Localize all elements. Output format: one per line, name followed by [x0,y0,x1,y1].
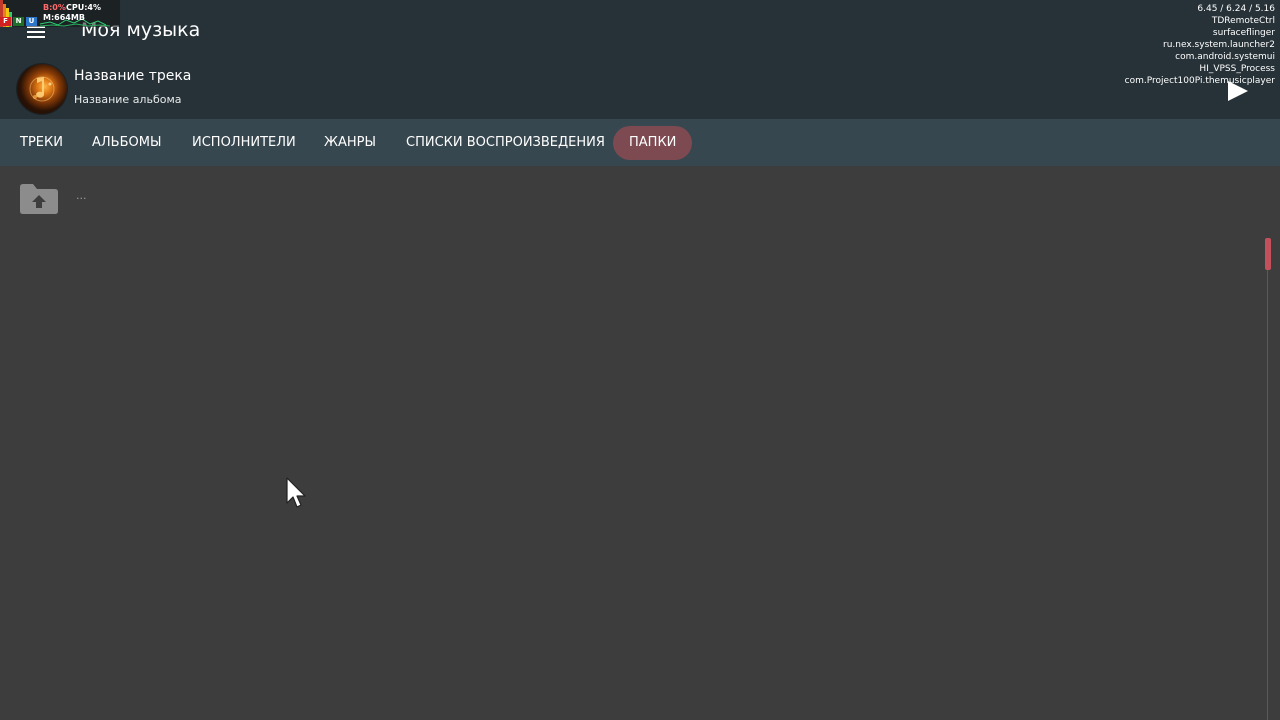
load-average: 6.45 / 6.24 / 5.16 [1197,4,1275,14]
now-playing-track-title[interactable]: Название трека [74,68,191,84]
folder-up-icon [19,181,59,215]
tab-folders[interactable]: ПАПКИ [613,126,693,160]
system-stats-overlay: B:0% CPU:4% M:664MB F N U [0,0,120,27]
flag-n: N [13,17,24,26]
process-item: surfaceflinger [1212,28,1275,38]
stat-cpu: CPU:4% [66,3,102,12]
stat-b: B:0% [43,3,66,12]
scrollbar-thumb[interactable] [1265,238,1271,270]
process-item: TDRemoteCtrl [1211,16,1275,26]
app-bar: Моя музыка Название трека Название альбо… [0,0,1280,119]
flag-f: F [0,17,11,26]
tab-genres[interactable]: ЖАНРЫ [324,126,376,160]
tab-bar: ТРЕКИ АЛЬБОМЫ ИСПОЛНИТЕЛИ ЖАНРЫ СПИСКИ В… [0,119,1280,166]
tab-tracks[interactable]: ТРЕКИ [20,126,63,160]
folder-up-item[interactable]: ... [0,172,1260,224]
album-art-thumbnail[interactable] [17,64,67,114]
process-list-overlay: 6.45 / 6.24 / 5.16 TDRemoteCtrl surfacef… [1125,3,1275,87]
tab-playlists[interactable]: СПИСКИ ВОСПРОИЗВЕДЕНИЯ [406,126,605,160]
scrollbar-track[interactable] [1267,238,1268,720]
tab-albums[interactable]: АЛЬБОМЫ [92,126,161,160]
flag-u: U [26,17,37,26]
now-playing-album-title[interactable]: Название альбома [74,93,182,106]
process-item: com.Project100Pi.themusicplayer [1124,76,1275,86]
folder-up-label: ... [76,189,87,202]
mouse-pointer-icon [286,477,308,511]
process-item: ru.nex.system.launcher2 [1163,40,1275,50]
process-item: com.android.systemui [1175,52,1275,62]
stat-memory: M:664MB [43,13,85,22]
tab-artists[interactable]: ИСПОЛНИТЕЛИ [192,126,296,160]
music-app-window: Моя музыка Название трека Название альбо… [0,0,1280,720]
process-item: HI_VPSS_Process [1199,64,1275,74]
